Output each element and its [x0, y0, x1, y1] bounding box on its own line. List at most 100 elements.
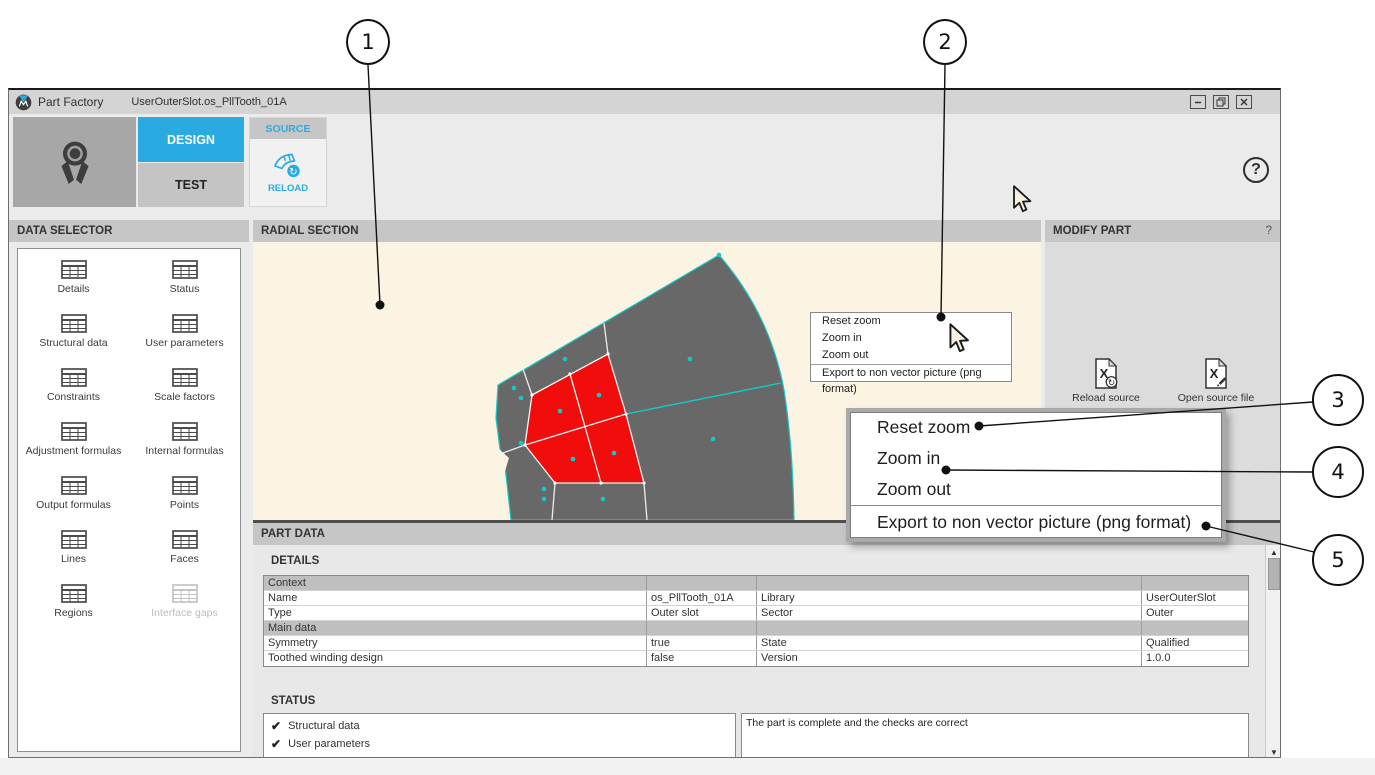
- reload-source-icon: X ↻: [1094, 358, 1118, 389]
- check-icon: ✔: [271, 719, 281, 733]
- medal-icon: [57, 139, 93, 185]
- part-badge-button[interactable]: [13, 117, 136, 207]
- table-row: TypeOuter slotSectorOuter: [264, 606, 1248, 621]
- callout-5: 5: [1312, 534, 1364, 586]
- selector-item-user-parameters[interactable]: User parameters: [129, 311, 240, 365]
- table-band-row: Main data: [264, 621, 1248, 636]
- table-icon: [61, 476, 87, 495]
- title-bar: Part Factory UserOuterSlot.os_PllTooth_0…: [9, 90, 1280, 114]
- tab-design[interactable]: DESIGN: [138, 117, 244, 162]
- radial-section-title: RADIAL SECTION: [253, 220, 1041, 242]
- details-section-title: DETAILS: [271, 555, 319, 567]
- table-row: Toothed winding designfalseVersion1.0.0: [264, 651, 1248, 666]
- open-source-file-icon: X: [1204, 358, 1228, 389]
- table-band-row: Context: [264, 576, 1248, 591]
- canvas-context-menu: Reset zoom Zoom in Zoom out Export to no…: [810, 312, 1012, 382]
- modify-part-help[interactable]: ?: [1266, 225, 1272, 237]
- callout-3: 3: [1312, 374, 1364, 426]
- part-data-panel: PART DATA DETAILS Context Nameos_PllToot…: [253, 523, 1281, 758]
- selector-item-points[interactable]: Points: [129, 473, 240, 527]
- selector-item-interface-gaps: Interface gaps: [129, 581, 240, 635]
- menu-item-reset-zoom[interactable]: Reset zoom: [850, 412, 1222, 443]
- data-selector-title: DATA SELECTOR: [9, 220, 249, 242]
- selector-item-constraints[interactable]: Constraints: [18, 365, 129, 419]
- status-check-item: ✔ User parameters: [264, 735, 735, 753]
- callout-4: 4: [1312, 446, 1364, 498]
- table-icon: [61, 530, 87, 549]
- source-group-label: SOURCE: [250, 118, 326, 139]
- help-button[interactable]: ?: [1243, 157, 1269, 183]
- status-section-title: STATUS: [271, 695, 315, 707]
- selector-item-internal-formulas[interactable]: Internal formulas: [129, 419, 240, 473]
- menu-item-zoom-out[interactable]: Zoom out: [850, 474, 1222, 505]
- table-icon: [172, 476, 198, 495]
- selector-item-lines[interactable]: Lines: [18, 527, 129, 581]
- svg-text:X: X: [1210, 366, 1219, 381]
- reload-part-icon: ↻: [272, 152, 304, 180]
- scroll-up-icon[interactable]: ▲: [1266, 548, 1281, 557]
- table-icon: [172, 422, 198, 441]
- menu-item-reset-zoom[interactable]: Reset zoom: [811, 313, 1011, 330]
- open-source-file-label: Open source file: [1178, 392, 1254, 404]
- details-table: Context Nameos_PllTooth_01ALibraryUserOu…: [263, 575, 1249, 667]
- app-logo-icon: [15, 94, 32, 111]
- page-bottom-margin: [0, 758, 1375, 775]
- scroll-down-icon[interactable]: ▼: [1266, 748, 1281, 757]
- part-data-body: DETAILS Context Nameos_PllTooth_01ALibra…: [253, 545, 1281, 758]
- table-icon: [172, 584, 198, 603]
- reload-button-label: RELOAD: [268, 183, 308, 194]
- modify-part-title: MODIFY PART: [1053, 225, 1131, 237]
- tab-test[interactable]: TEST: [138, 163, 244, 207]
- open-source-file-button[interactable]: X Open source file: [1171, 358, 1261, 404]
- table-icon: [61, 368, 87, 387]
- document-title: UserOuterSlot.os_PllTooth_01A: [131, 96, 286, 108]
- selector-item-faces[interactable]: Faces: [129, 527, 240, 581]
- selector-item-status[interactable]: Status: [129, 257, 240, 311]
- data-selector-list: Details Status Structural data User para…: [17, 248, 241, 752]
- table-icon: [172, 530, 198, 549]
- status-message-box: The part is complete and the checks are …: [741, 713, 1249, 758]
- selector-item-structural-data[interactable]: Structural data: [18, 311, 129, 365]
- callout-2: 2: [923, 19, 967, 65]
- app-name: Part Factory: [38, 95, 103, 109]
- selector-item-details[interactable]: Details: [18, 257, 129, 311]
- status-check-item: ✔ Structural data: [264, 717, 735, 735]
- close-icon[interactable]: [1236, 95, 1252, 109]
- menu-item-zoom-out[interactable]: Zoom out: [811, 347, 1011, 364]
- magnified-context-menu: Reset zoom Zoom in Zoom out Export to no…: [846, 408, 1226, 542]
- table-icon: [61, 584, 87, 603]
- check-icon: ✔: [271, 737, 281, 751]
- menu-item-export-png[interactable]: Export to non vector picture (png format…: [811, 365, 1011, 381]
- table-icon: [61, 260, 87, 279]
- table-icon: [61, 422, 87, 441]
- reload-button[interactable]: ↻ RELOAD: [250, 139, 326, 206]
- svg-text:↻: ↻: [289, 166, 297, 177]
- reload-source-label: Reload source: [1072, 392, 1140, 404]
- menu-item-zoom-in[interactable]: Zoom in: [850, 443, 1222, 474]
- table-icon: [172, 314, 198, 333]
- reload-source-button[interactable]: X ↻ Reload source: [1061, 358, 1151, 404]
- svg-text:↻: ↻: [1108, 379, 1116, 389]
- selector-item-scale-factors[interactable]: Scale factors: [129, 365, 240, 419]
- page: Part Factory UserOuterSlot.os_PllTooth_0…: [0, 0, 1375, 775]
- selector-item-output-formulas[interactable]: Output formulas: [18, 473, 129, 527]
- scrollbar-thumb[interactable]: [1268, 558, 1280, 590]
- menu-item-zoom-in[interactable]: Zoom in: [811, 330, 1011, 347]
- restore-icon[interactable]: [1213, 95, 1229, 109]
- callout-1: 1: [346, 19, 390, 65]
- window-controls: [1190, 95, 1252, 109]
- minimize-icon[interactable]: [1190, 95, 1206, 109]
- table-icon: [61, 314, 87, 333]
- table-icon: [172, 260, 198, 279]
- selector-item-adjustment-formulas[interactable]: Adjustment formulas: [18, 419, 129, 473]
- source-group: SOURCE ↻ RELOAD: [249, 117, 327, 207]
- status-checklist: ✔ Structural data ✔ User parameters ✔ Co…: [263, 713, 736, 758]
- table-row: Nameos_PllTooth_01ALibraryUserOuterSlot: [264, 591, 1248, 606]
- table-row: SymmetrytrueStateQualified: [264, 636, 1248, 651]
- part-data-scrollbar[interactable]: ▲ ▼: [1265, 545, 1281, 758]
- mouse-cursor-icon: [1011, 185, 1033, 213]
- selector-item-regions[interactable]: Regions: [18, 581, 129, 635]
- mouse-cursor-icon: [947, 323, 971, 353]
- menu-item-export-png[interactable]: Export to non vector picture (png format…: [850, 506, 1222, 538]
- data-selector-panel: DATA SELECTOR Details Status Structural …: [9, 220, 249, 758]
